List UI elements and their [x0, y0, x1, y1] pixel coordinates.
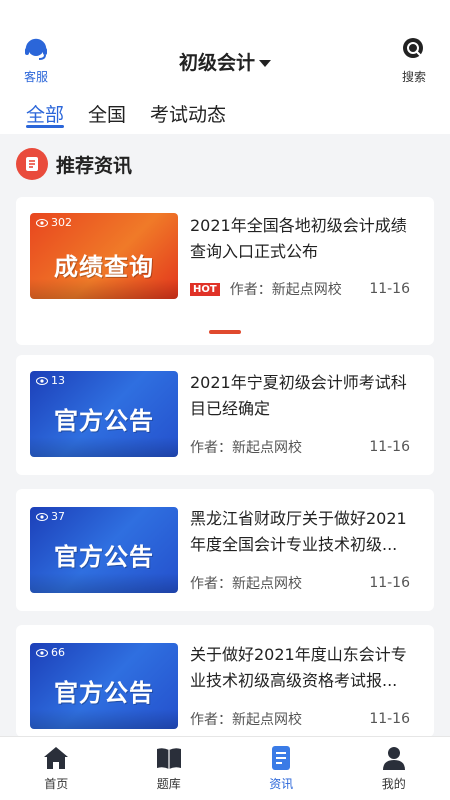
eye-icon — [36, 376, 48, 385]
search-icon — [403, 38, 423, 58]
article-author: 作者：新起点网校 — [190, 712, 302, 728]
caret-down-icon — [259, 60, 271, 67]
featured-thumbnail: 302 成绩查询 — [30, 213, 178, 299]
article-title[interactable]: 2021年宁夏初级会计师考试科目已经确定 — [190, 370, 422, 422]
article-title[interactable]: 2021年全国各地初级会计成绩查询入口正式公布 — [190, 213, 422, 265]
exam-title: 初级会计 — [178, 52, 255, 74]
featured-article-card[interactable]: 302 成绩查询 2021年全国各地初级会计成绩查询入口正式公布 HOT 作者：… — [16, 197, 434, 345]
view-count: 66 — [36, 646, 65, 659]
search-button[interactable]: 搜索 — [396, 36, 432, 85]
article-author: 作者：新起点网校 — [190, 576, 302, 592]
eye-icon — [36, 512, 48, 521]
article-meta: HOT 作者：新起点网校 11-16 — [190, 279, 410, 299]
eye-icon — [36, 648, 48, 657]
thumbnail-text: 成绩查询 — [54, 253, 154, 281]
article-thumbnail: 66 官方公告 — [30, 643, 178, 729]
article-title[interactable]: 关于做好2021年度山东会计专业技术初级高级资格考试报... — [190, 642, 422, 694]
section-title: 推荐资讯 — [56, 154, 133, 177]
bottom-tab-bar: 首页 题库 资讯 我的 — [0, 736, 450, 800]
category-tabs: 全部 全国 考试动态 — [26, 100, 250, 134]
article-thumbnail: 13 官方公告 — [30, 371, 178, 457]
user-icon — [382, 747, 405, 770]
tabbar-label: 资讯 — [269, 777, 294, 791]
article-title[interactable]: 黑龙江省财政厅关于做好2021年度全国会计专业技术初级... — [190, 506, 422, 558]
article-author: 作者：新起点网校 — [229, 282, 342, 298]
thumbnail-text: 官方公告 — [54, 679, 154, 707]
tabbar-item-profile[interactable]: 我的 — [338, 737, 450, 800]
tabbar-label: 首页 — [44, 777, 69, 791]
tabbar-item-home[interactable]: 首页 — [0, 737, 113, 800]
tab-exam-news[interactable]: 考试动态 — [150, 100, 226, 134]
article-thumbnail: 37 官方公告 — [30, 507, 178, 593]
tabbar-item-question-bank[interactable]: 题库 — [113, 737, 226, 800]
article-date: 11-16 — [369, 575, 410, 591]
article-date: 11-16 — [369, 281, 410, 297]
book-icon — [156, 748, 181, 769]
article-meta: 作者：新起点网校 11-16 — [190, 709, 410, 729]
article-date: 11-16 — [369, 439, 410, 455]
search-label: 搜索 — [401, 70, 426, 84]
exam-selector[interactable]: 初级会计 — [0, 48, 450, 75]
news-icon — [16, 148, 48, 180]
app-header: 客服 初级会计 搜索 全部 全国 考试动态 — [0, 0, 450, 134]
article-meta: 作者：新起点网校 11-16 — [190, 437, 410, 457]
tab-national[interactable]: 全国 — [88, 100, 126, 134]
document-icon — [272, 746, 291, 770]
list-item[interactable]: 66 官方公告 关于做好2021年度山东会计专业技术初级高级资格考试报... 作… — [16, 625, 434, 737]
view-count: 13 — [36, 374, 65, 387]
tabbar-item-news[interactable]: 资讯 — [225, 737, 338, 800]
view-count: 302 — [36, 216, 72, 229]
thumbnail-text: 官方公告 — [54, 543, 154, 571]
carousel-indicator[interactable] — [209, 330, 241, 334]
hot-badge: HOT — [190, 282, 220, 296]
thumbnail-text: 官方公告 — [54, 407, 154, 435]
list-item[interactable]: 37 官方公告 黑龙江省财政厅关于做好2021年度全国会计专业技术初级... 作… — [16, 489, 434, 611]
article-meta: 作者：新起点网校 11-16 — [190, 573, 410, 593]
eye-icon — [36, 218, 48, 227]
tabbar-label: 我的 — [381, 777, 406, 791]
article-author: 作者：新起点网校 — [190, 440, 302, 456]
home-icon — [44, 747, 69, 769]
list-item[interactable]: 13 官方公告 2021年宁夏初级会计师考试科目已经确定 作者：新起点网校 11… — [16, 355, 434, 475]
section-header: 推荐资讯 — [16, 146, 132, 182]
article-date: 11-16 — [369, 711, 410, 727]
view-count: 37 — [36, 510, 65, 523]
tabbar-label: 题库 — [156, 777, 181, 791]
tab-all[interactable]: 全部 — [26, 100, 65, 134]
